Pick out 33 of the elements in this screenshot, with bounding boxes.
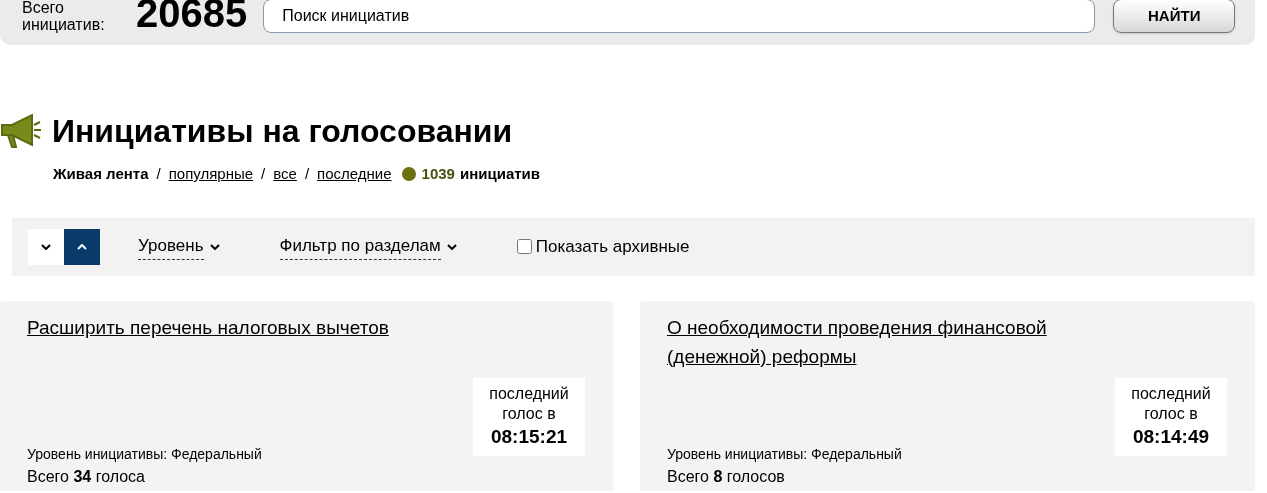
megaphone-icon bbox=[0, 111, 42, 151]
vote-count: Всего 8 голосов bbox=[667, 466, 786, 487]
separator: / bbox=[304, 164, 310, 184]
archive-label: Показать архивные bbox=[535, 235, 690, 258]
separator: / bbox=[261, 164, 266, 184]
chevron-icon bbox=[41, 243, 51, 250]
feed-link[interactable]: последние bbox=[317, 163, 392, 186]
feed-link[interactable]: все bbox=[273, 163, 297, 186]
caret-icon bbox=[209, 243, 220, 250]
separator: / bbox=[156, 164, 161, 184]
caret-icon bbox=[446, 243, 457, 250]
feed-link[interactable]: популярные bbox=[168, 163, 254, 186]
archive-checkbox[interactable] bbox=[516, 239, 532, 254]
feed-link[interactable]: Живая лента bbox=[53, 163, 149, 186]
total-label: Всего инициатив: bbox=[22, 0, 106, 33]
initiative-level: Уровень инициативы: Федеральный bbox=[27, 444, 263, 464]
filter-dropdown[interactable]: Фильтр по разделам bbox=[279, 233, 457, 260]
initiative-title[interactable]: Расширить перечень налоговых вычетов bbox=[27, 312, 467, 342]
chevron-icon bbox=[77, 243, 87, 250]
sort-ascending-button[interactable] bbox=[64, 228, 100, 265]
last-vote-time: 08:15:21 bbox=[489, 424, 569, 449]
section-title: Инициативы на голосовании bbox=[52, 112, 513, 151]
count-value: 1039 bbox=[421, 164, 455, 184]
filter-dropdown[interactable]: Уровень bbox=[138, 233, 220, 260]
search-field[interactable]: Поиск инициатив bbox=[263, 0, 1096, 33]
count-label: инициатив bbox=[459, 164, 540, 184]
last-vote-label: последний голос в bbox=[1130, 383, 1212, 424]
initiative-level: Уровень инициативы: Федеральный bbox=[667, 444, 903, 464]
search-button[interactable]: НАЙТИ bbox=[1113, 0, 1236, 33]
last-vote-time: 08:14:49 bbox=[1131, 424, 1211, 449]
last-vote-label: последний голос в bbox=[488, 383, 570, 424]
initiative-title[interactable]: О необходимости проведения финансовой (денежной) реформы bbox=[667, 312, 1107, 371]
vote-count: Всего 34 голоса bbox=[27, 466, 146, 487]
